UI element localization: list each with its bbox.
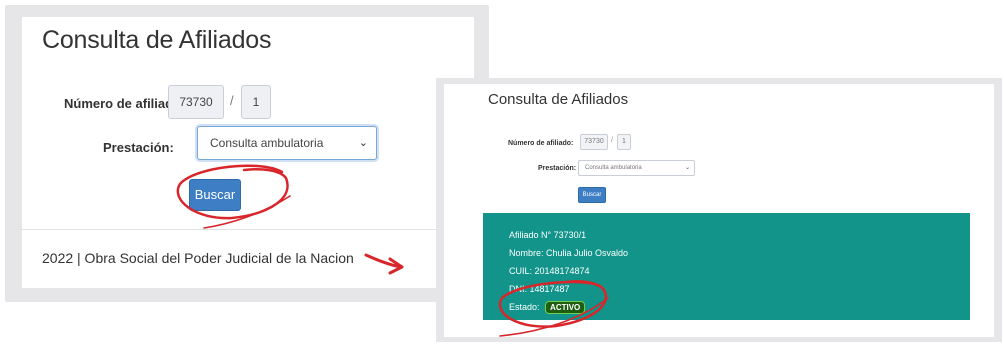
result-affiliate-number-input[interactable]: 73730 bbox=[580, 134, 608, 150]
service-select[interactable]: Consulta ambulatoria ⌄ bbox=[197, 126, 377, 160]
footer-divider bbox=[17, 229, 469, 230]
result-affiliate-suffix-input[interactable]: 1 bbox=[617, 134, 631, 150]
result-affiliate-number-label: Número de afiliado: bbox=[508, 140, 574, 147]
chevron-down-icon: ⌄ bbox=[684, 165, 690, 171]
chevron-down-icon: ⌄ bbox=[358, 137, 368, 149]
result-service-select-value: Consulta ambulatoria bbox=[585, 165, 642, 171]
result-page-title: Consulta de Afiliados bbox=[488, 91, 629, 108]
service-label: Prestación: bbox=[103, 140, 174, 155]
result-affiliate-dni: DNI: 14817487 bbox=[509, 284, 570, 294]
service-select-value: Consulta ambulatoria bbox=[210, 136, 324, 150]
arrow-right-icon bbox=[364, 253, 404, 275]
result-affiliate-status: Estado: ACTIVO bbox=[509, 301, 586, 314]
affiliate-number-input[interactable]: 73730 bbox=[168, 85, 224, 119]
result-affiliate-cuil: CUIL: 20148174874 bbox=[509, 266, 590, 276]
status-badge: ACTIVO bbox=[545, 301, 586, 314]
status-label: Estado: bbox=[509, 302, 540, 312]
result-service-label: Prestación: bbox=[538, 165, 577, 172]
page-title: Consulta de Afiliados bbox=[42, 26, 272, 54]
result-service-select[interactable]: Consulta ambulatoria ⌄ bbox=[578, 160, 695, 176]
affiliate-suffix-input[interactable]: 1 bbox=[241, 85, 271, 119]
result-affiliate-name: Nombre: Chulia Julio Osvaldo bbox=[509, 248, 629, 258]
page-footer: 2022 | Obra Social del Poder Judicial de… bbox=[42, 250, 354, 266]
affiliate-separator: / bbox=[230, 93, 234, 108]
result-affiliate-number: Afiliado N° 73730/1 bbox=[509, 230, 587, 240]
result-affiliate-separator: / bbox=[611, 137, 613, 144]
result-search-button[interactable]: Buscar bbox=[578, 187, 606, 203]
search-button[interactable]: Buscar bbox=[189, 179, 241, 211]
